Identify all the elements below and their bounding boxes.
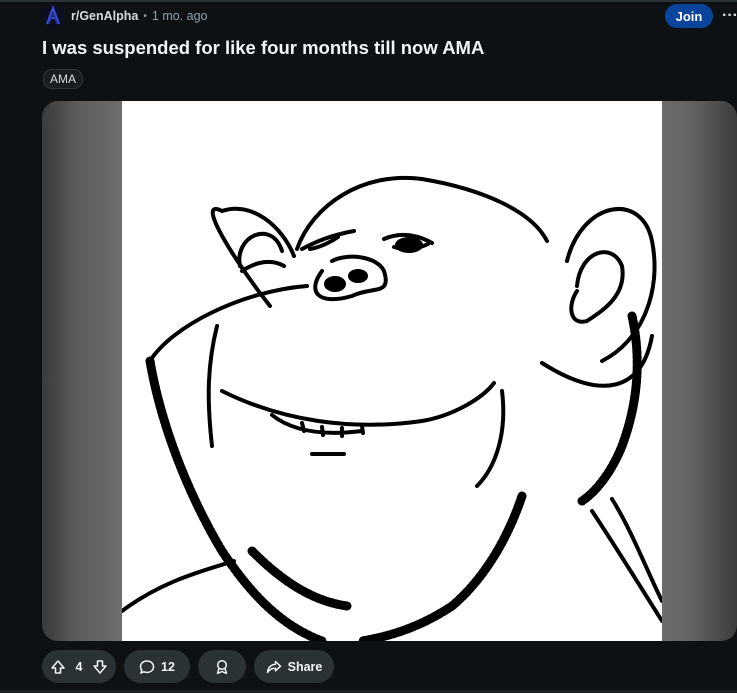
vote-pill: 4: [42, 650, 116, 683]
join-button[interactable]: Join: [665, 4, 713, 28]
subreddit-avatar-icon[interactable]: [42, 5, 64, 27]
comments-button[interactable]: 12: [124, 650, 190, 683]
drawn-face-illustration: [120, 175, 664, 641]
meme-image[interactable]: [120, 101, 664, 641]
share-label: Share: [287, 659, 323, 674]
share-arrow-icon: [266, 659, 282, 675]
post-flair[interactable]: AMA: [43, 69, 84, 89]
meta-separator: •: [143, 10, 147, 22]
post-meta: r/GenAlpha • 1 mo. ago: [71, 9, 207, 23]
more-options-button[interactable]: ···: [722, 4, 737, 28]
top-divider: [0, 0, 737, 2]
subreddit-link[interactable]: r/GenAlpha: [71, 9, 138, 23]
arrow-up-icon[interactable]: [50, 659, 66, 675]
vote-count: 4: [75, 659, 83, 674]
award-button[interactable]: [198, 650, 246, 683]
award-icon: [214, 659, 230, 675]
post-time: 1 mo. ago: [151, 9, 208, 23]
share-button[interactable]: Share: [254, 650, 334, 683]
comment-bubble-icon: [139, 659, 155, 675]
post-media[interactable]: [42, 101, 737, 641]
comment-count: 12: [161, 659, 175, 674]
post-action-bar: 4 12 Share: [42, 650, 342, 683]
post-header: r/GenAlpha • 1 mo. ago: [42, 3, 737, 29]
post-title[interactable]: I was suspended for like four months til…: [42, 37, 702, 59]
arrow-down-icon[interactable]: [92, 659, 108, 675]
